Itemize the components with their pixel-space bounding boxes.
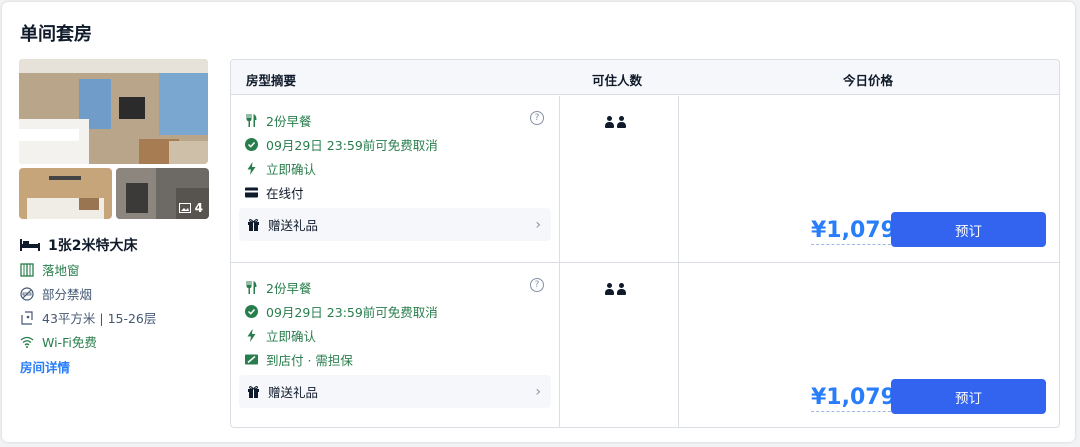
bed-icon [20, 239, 40, 251]
room-photo-thumb[interactable] [19, 168, 112, 219]
room-photo-thumb-more[interactable]: 4 [116, 168, 209, 219]
instant-confirm: 立即确认 [245, 159, 316, 178]
room-card: 单间套房 4 1张2米特大床 落地窗 部分禁烟 43平方米 | 15-26层 W… [2, 2, 1075, 442]
feature-area: 43平方米 | 15-26层 [20, 308, 156, 327]
fork-knife-icon [246, 114, 257, 127]
window-icon [20, 262, 34, 277]
check-circle-icon [245, 138, 258, 151]
rate-row: 2份早餐 ? 09月29日 23:59前可免费取消 立即确认 到店付 · 需担保… [231, 262, 1059, 427]
cancel-policy: 09月29日 23:59前可免费取消 [245, 302, 438, 321]
payment-method: 到店付 · 需担保 [245, 350, 353, 369]
table-header: 房型摘要 可住人数 今日价格 [231, 60, 1059, 95]
price[interactable]: ¥1,079 [811, 218, 896, 245]
book-button[interactable]: 预订 [891, 212, 1046, 247]
person-icon [605, 116, 614, 128]
breakfast-info: 2份早餐 [245, 111, 311, 130]
chevron-right-icon: › [535, 216, 541, 233]
payment-method: 在线付 [245, 183, 304, 202]
feature-window: 落地窗 [20, 260, 80, 279]
column-divider [678, 263, 679, 427]
credit-card-icon [245, 187, 258, 198]
cancel-policy: 09月29日 23:59前可免费取消 [245, 135, 438, 154]
rate-row: 2份早餐 ? 09月29日 23:59前可免费取消 立即确认 在线付 赠送礼品 … [231, 96, 1059, 262]
no-smoking-icon [20, 286, 34, 301]
chevron-right-icon: › [535, 383, 541, 400]
gift-icon [248, 386, 259, 398]
person-icon [617, 116, 626, 128]
room-title: 单间套房 [20, 24, 92, 45]
area-icon [21, 310, 33, 325]
feature-smoking: 部分禁烟 [20, 284, 92, 303]
header-guests: 可住人数 [592, 73, 643, 88]
feature-wifi: Wi-Fi免费 [20, 332, 97, 351]
header-summary: 房型摘要 [246, 73, 297, 88]
guest-count-icons [605, 116, 626, 128]
room-photo-main[interactable] [19, 59, 208, 164]
help-icon[interactable]: ? [530, 278, 544, 292]
room-details-link[interactable]: 房间详情 [20, 357, 70, 376]
room-photos[interactable]: 4 [19, 59, 209, 219]
lightning-icon [247, 329, 256, 342]
wifi-icon [20, 336, 34, 348]
photo-count: 4 [178, 201, 203, 215]
help-icon[interactable]: ? [530, 111, 544, 125]
column-divider [559, 263, 560, 427]
gift-icon [248, 219, 259, 231]
person-icon [617, 283, 626, 295]
column-divider [559, 96, 560, 262]
check-circle-icon [245, 305, 258, 318]
price[interactable]: ¥1,079 [811, 385, 896, 412]
pay-at-hotel-icon [245, 354, 258, 365]
fork-knife-icon [246, 281, 257, 294]
lightning-icon [247, 162, 256, 175]
guest-count-icons [605, 283, 626, 295]
person-icon [605, 283, 614, 295]
gift-row[interactable]: 赠送礼品 › [239, 375, 551, 408]
gift-row[interactable]: 赠送礼品 › [239, 208, 551, 241]
instant-confirm: 立即确认 [245, 326, 316, 345]
bed-label: 1张2米特大床 [48, 238, 138, 254]
rate-table: 房型摘要 可住人数 今日价格 2份早餐 ? 09月29日 23:59前可免费取消… [230, 59, 1060, 428]
image-icon [178, 203, 191, 213]
column-divider [678, 96, 679, 262]
book-button[interactable]: 预订 [891, 379, 1046, 414]
breakfast-info: 2份早餐 [245, 278, 311, 297]
bed-info: 1张2米特大床 [20, 235, 137, 255]
header-price: 今日价格 [843, 73, 894, 88]
